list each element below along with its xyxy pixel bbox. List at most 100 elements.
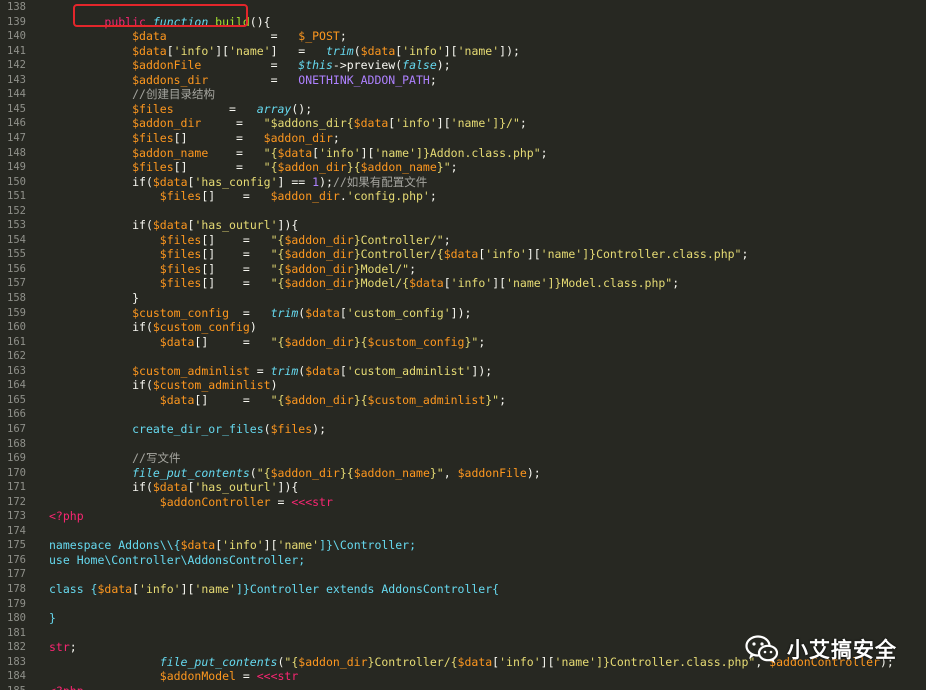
line-number: 139 [7, 15, 26, 28]
code-line: 149 $files[] = "{$addon_dir}{$addon_name… [0, 160, 926, 175]
line-code: if($data['has_config'] == 1);//如果有配置文件 [49, 175, 427, 190]
code-token: = [208, 72, 299, 87]
code-line: 142 $addonFile = $this->preview(false); [0, 58, 926, 73]
code-line: 168 [0, 437, 926, 452]
code-token: $custom_adminlist [132, 363, 250, 378]
line-number: 173 [7, 510, 26, 523]
code-token: = [201, 58, 299, 73]
line-code: $data[] = "{$addon_dir}{$custom_config}"… [49, 334, 486, 350]
code-token: ]}Controller.class.php" [596, 654, 756, 669]
code-token: 'custom_config' [346, 305, 451, 320]
code-line: 150 if($data['has_config'] == 1);//如果有配置… [0, 175, 926, 190]
code-token: $addon_dir [132, 116, 202, 131]
code-token: trim [270, 363, 299, 378]
line-number: 144 [7, 88, 26, 101]
code-token: ] == [277, 174, 313, 189]
code-token: ][ [540, 654, 555, 669]
code-token: <<<str [256, 669, 299, 684]
code-token: ]}Addon.class.php" [416, 145, 541, 160]
line-code: if($data['has_outurl']){ [49, 480, 298, 495]
code-token: $addon_name [132, 145, 209, 160]
code-token: 'info' [319, 145, 361, 160]
code-token: $data [159, 334, 195, 349]
code-line: 164 if($custom_adminlist) [0, 378, 926, 393]
line-number: 143 [7, 73, 26, 86]
code-editor[interactable]: 138 139 public function build(){140 $data… [0, 0, 926, 690]
code-token: ][ [436, 116, 451, 131]
code-line: 140 $data = $_POST; [0, 29, 926, 44]
code-token: //写文件 [132, 451, 181, 466]
code-token: "$addons_dir{ [263, 116, 354, 131]
code-line: 154 $files[] = "{$addon_dir}Controller/"… [0, 233, 926, 248]
code-token: 'info' [222, 538, 264, 553]
line-number: 181 [7, 626, 26, 639]
line-code: $addons_dir = ONETHINK_ADDON_PATH; [49, 73, 437, 88]
code-token: 'has_outurl' [194, 218, 278, 233]
code-line: 172 $addonController = <<<str [0, 495, 926, 510]
code-token: } [49, 611, 56, 626]
code-token: "{ [270, 276, 285, 291]
code-token: //如果有配置文件 [332, 174, 428, 189]
code-token: $addon_dir [277, 160, 347, 175]
line-code: use Home\Controller\AddonsController; [49, 553, 305, 568]
code-token: 'info' [450, 276, 493, 291]
code-token: 'name' [457, 43, 500, 58]
code-token: ( [353, 43, 361, 58]
code-token: $files [132, 130, 174, 145]
code-token: $files [159, 232, 202, 247]
code-line: 171 if($data['has_outurl']){ [0, 480, 926, 495]
code-token: <?php [49, 684, 84, 690]
code-token: ][ [215, 43, 230, 58]
code-token: $data [353, 116, 389, 131]
code-token: $addon_dir [263, 130, 333, 145]
code-token: }Model/{ [353, 276, 410, 291]
code-token: ]}/" [492, 116, 520, 131]
code-token: ; [450, 160, 458, 175]
code-token: ]}Model.class.php" [547, 276, 673, 291]
code-token: //创建目录结构 [132, 87, 215, 102]
code-token: 'name' [194, 582, 236, 596]
code-line: 169 //写文件 [0, 451, 926, 466]
code-token: $data [443, 247, 479, 262]
code-line: 146 $addon_dir = "$addons_dir{$data['inf… [0, 116, 926, 131]
code-token: $custom_config [152, 320, 250, 335]
line-number: 148 [7, 146, 26, 159]
code-token: if( [132, 174, 153, 189]
code-line: 156 $files[] = "{$addon_dir}Model/"; [0, 262, 926, 277]
line-code: } [49, 611, 56, 626]
code-token: create_dir_or_files [132, 421, 264, 436]
line-number: 151 [7, 190, 26, 203]
code-token: $data [277, 145, 313, 160]
code-token: [] = [194, 392, 271, 407]
code-token: [] = [201, 276, 271, 291]
line-code: if($custom_config) [49, 320, 257, 335]
code-token: $files [159, 261, 202, 276]
code-token: "{ [270, 334, 285, 349]
line-number: 142 [7, 59, 26, 72]
line-number: 138 [7, 1, 26, 13]
line-code: $files[] = "{$addon_dir}{$addon_name}"; [49, 160, 458, 175]
code-token: 'info' [173, 43, 216, 58]
code-token: = [235, 669, 257, 684]
code-token: ; [499, 392, 507, 407]
code-token: 'name' [540, 247, 583, 262]
code-token: ONETHINK_ADDON_PATH [298, 72, 430, 87]
code-token: [ [166, 43, 174, 58]
code-token: "{ [263, 145, 278, 160]
line-code: <?php [49, 684, 84, 690]
line-number: 147 [7, 131, 26, 144]
code-token: false [402, 58, 437, 73]
code-token: $files [159, 276, 202, 291]
code-token: $addon_dir [284, 247, 354, 262]
code-token: ); [312, 421, 326, 436]
code-token: ); [436, 58, 451, 73]
code-token: $_POST [298, 29, 340, 44]
